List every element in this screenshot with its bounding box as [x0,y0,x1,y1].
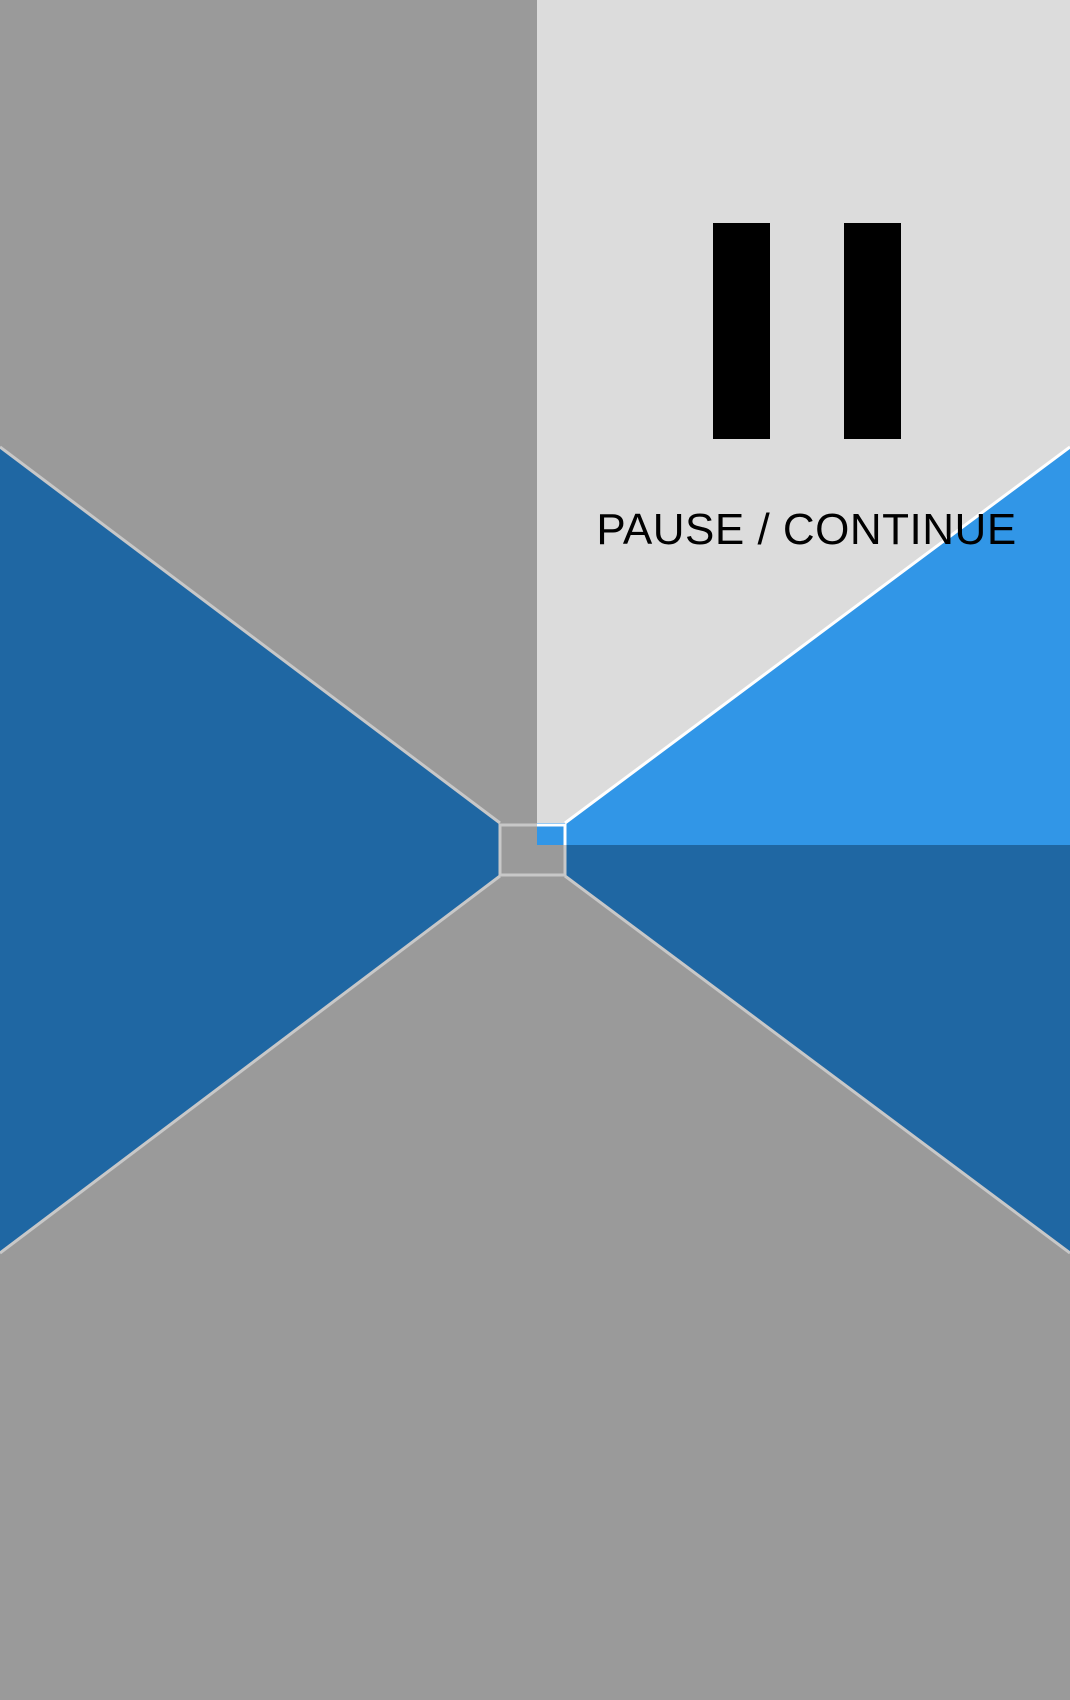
pause-bar-right [844,223,901,439]
tunnel-scene [0,0,1070,1700]
pause-bar-left [713,223,770,439]
